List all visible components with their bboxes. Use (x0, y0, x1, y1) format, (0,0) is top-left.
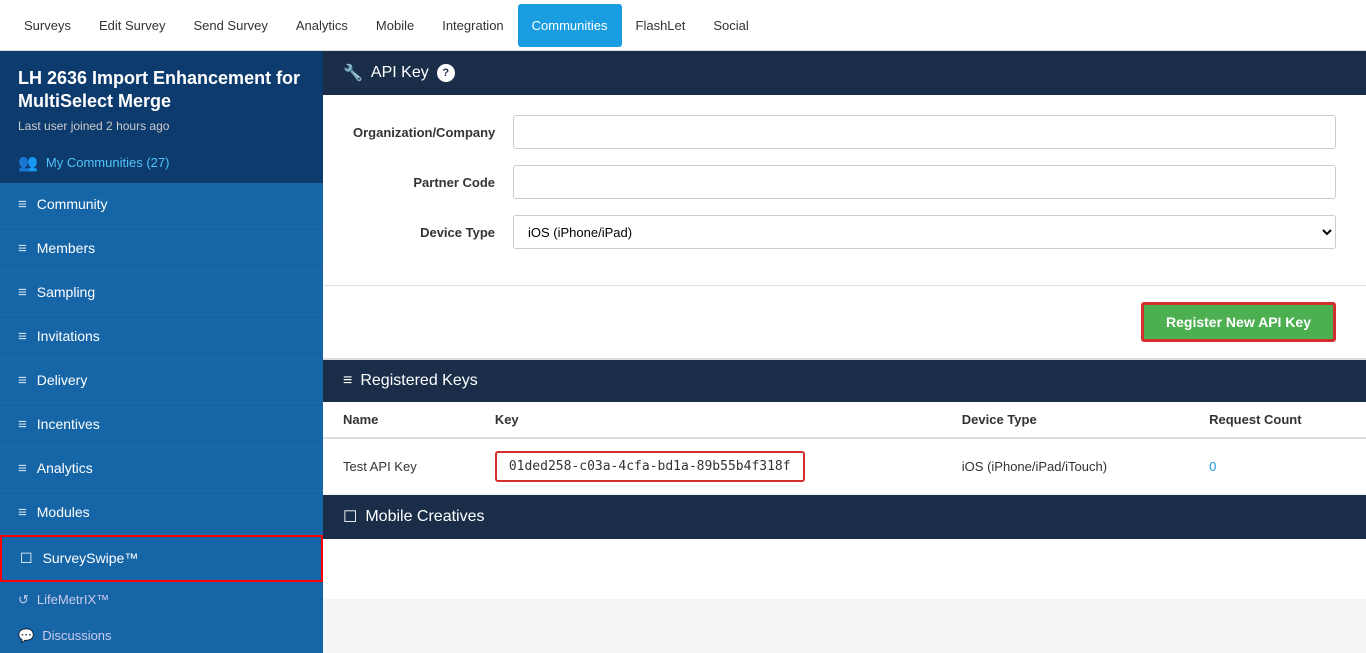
nav-analytics[interactable]: Analytics (282, 4, 362, 47)
project-subtitle: Last user joined 2 hours ago (18, 119, 305, 133)
modules-icon: ≡ (18, 504, 27, 521)
my-communities-label: My Communities (27) (46, 155, 170, 170)
api-key-form: Organization/Company Partner Code Device… (323, 95, 1366, 286)
analytics-icon: ≡ (18, 460, 27, 477)
device-type-label: Device Type (353, 225, 513, 240)
nav-communities[interactable]: Communities (518, 4, 622, 47)
community-icon: ≡ (18, 196, 27, 213)
my-communities-link[interactable]: 👥 My Communities (27) (0, 143, 323, 183)
nav-send-survey[interactable]: Send Survey (179, 4, 281, 47)
nav-mobile[interactable]: Mobile (362, 4, 428, 47)
api-key-value[interactable]: 01ded258-c03a-4cfa-bd1a-89b55b4f318f (495, 451, 805, 482)
sidebar-item-label: Delivery (37, 372, 88, 388)
discussions-icon: 💬 (18, 628, 34, 644)
sidebar-small-label: LifeMetrIX™ (37, 592, 109, 607)
registered-keys-title: Registered Keys (360, 372, 477, 390)
table-wrapper: Name Key Device Type Request Count Test … (323, 402, 1366, 495)
sidebar-item-lifemetrix[interactable]: ↺ LifeMetrIX™ (0, 582, 323, 618)
col-request-count: Request Count (1189, 402, 1366, 438)
api-key-section-header: 🔧 API Key ? (323, 51, 1366, 95)
top-navigation: Surveys Edit Survey Send Survey Analytic… (0, 0, 1366, 51)
members-icon: ≡ (18, 240, 27, 257)
col-device-type: Device Type (942, 402, 1189, 438)
wrench-icon: 🔧 (343, 63, 363, 83)
col-name: Name (323, 402, 475, 438)
table-header-row: Name Key Device Type Request Count (323, 402, 1366, 438)
sidebar-item-label: Invitations (37, 328, 100, 344)
delivery-icon: ≡ (18, 372, 27, 389)
sidebar-item-delivery[interactable]: ≡ Delivery (0, 359, 323, 403)
row-name: Test API Key (323, 438, 475, 495)
row-device-type: iOS (iPhone/iPad/iTouch) (942, 438, 1189, 495)
api-key-title: API Key (371, 64, 429, 82)
registered-keys-table-container: Name Key Device Type Request Count Test … (323, 402, 1366, 495)
row-key: 01ded258-c03a-4cfa-bd1a-89b55b4f318f (475, 438, 942, 495)
content-area: 🔧 API Key ? Organization/Company Partner… (323, 51, 1366, 653)
sidebar-item-members[interactable]: ≡ Members (0, 227, 323, 271)
mobile-creatives-section-header: ☐ Mobile Creatives (323, 495, 1366, 539)
sidebar-item-label: Incentives (37, 416, 100, 432)
register-api-key-button[interactable]: Register New API Key (1141, 302, 1336, 342)
partner-code-input[interactable] (513, 165, 1336, 199)
sidebar-item-incentives[interactable]: ≡ Incentives (0, 403, 323, 447)
sidebar-item-surveyswipe[interactable]: ☐ SurveySwipe™ (0, 535, 323, 582)
col-key: Key (475, 402, 942, 438)
device-type-select[interactable]: iOS (iPhone/iPad) Android Other (513, 215, 1336, 249)
mobile-creatives-icon: ☐ (343, 507, 357, 527)
nav-integration[interactable]: Integration (428, 4, 517, 47)
form-actions: Register New API Key (323, 286, 1366, 360)
people-icon: 👥 (18, 153, 38, 173)
sidebar-item-label: Members (37, 240, 95, 256)
nav-edit-survey[interactable]: Edit Survey (85, 4, 179, 47)
nav-flashlet[interactable]: FlashLet (622, 4, 700, 47)
nav-social[interactable]: Social (699, 4, 762, 47)
sidebar-item-label: Modules (37, 504, 90, 520)
sidebar-item-invitations[interactable]: ≡ Invitations (0, 315, 323, 359)
partner-code-row: Partner Code (353, 165, 1336, 199)
main-layout: LH 2636 Import Enhancement for MultiSele… (0, 51, 1366, 653)
org-company-label: Organization/Company (353, 125, 513, 140)
org-company-row: Organization/Company (353, 115, 1336, 149)
lifemetrix-icon: ↺ (18, 592, 29, 608)
device-type-row: Device Type iOS (iPhone/iPad) Android Ot… (353, 215, 1336, 249)
sidebar: LH 2636 Import Enhancement for MultiSele… (0, 51, 323, 653)
sidebar-item-analytics[interactable]: ≡ Analytics (0, 447, 323, 491)
sidebar-item-discussions[interactable]: 💬 Discussions (0, 618, 323, 653)
sidebar-item-label: SurveySwipe™ (43, 550, 139, 566)
list-icon: ≡ (343, 372, 352, 390)
invitations-icon: ≡ (18, 328, 27, 345)
partner-code-label: Partner Code (353, 175, 513, 190)
surveyswipe-icon: ☐ (20, 550, 33, 567)
help-icon[interactable]: ? (437, 64, 455, 82)
project-title: LH 2636 Import Enhancement for MultiSele… (18, 67, 305, 114)
sidebar-item-label: Community (37, 196, 108, 212)
sampling-icon: ≡ (18, 284, 27, 301)
incentives-icon: ≡ (18, 416, 27, 433)
sidebar-item-community[interactable]: ≡ Community (0, 183, 323, 227)
registered-keys-table: Name Key Device Type Request Count Test … (323, 402, 1366, 495)
row-request-count: 0 (1189, 438, 1366, 495)
mobile-creatives-title: Mobile Creatives (365, 508, 484, 526)
sidebar-item-label: Analytics (37, 460, 93, 476)
sidebar-item-label: Sampling (37, 284, 95, 300)
registered-keys-section-header: ≡ Registered Keys (323, 360, 1366, 402)
sidebar-small-label: Discussions (42, 628, 111, 643)
sidebar-item-sampling[interactable]: ≡ Sampling (0, 271, 323, 315)
sidebar-item-modules[interactable]: ≡ Modules (0, 491, 323, 535)
nav-surveys[interactable]: Surveys (10, 4, 85, 47)
mobile-creatives-content (323, 539, 1366, 599)
sidebar-header: LH 2636 Import Enhancement for MultiSele… (0, 51, 323, 143)
org-company-input[interactable] (513, 115, 1336, 149)
table-row: Test API Key 01ded258-c03a-4cfa-bd1a-89b… (323, 438, 1366, 495)
